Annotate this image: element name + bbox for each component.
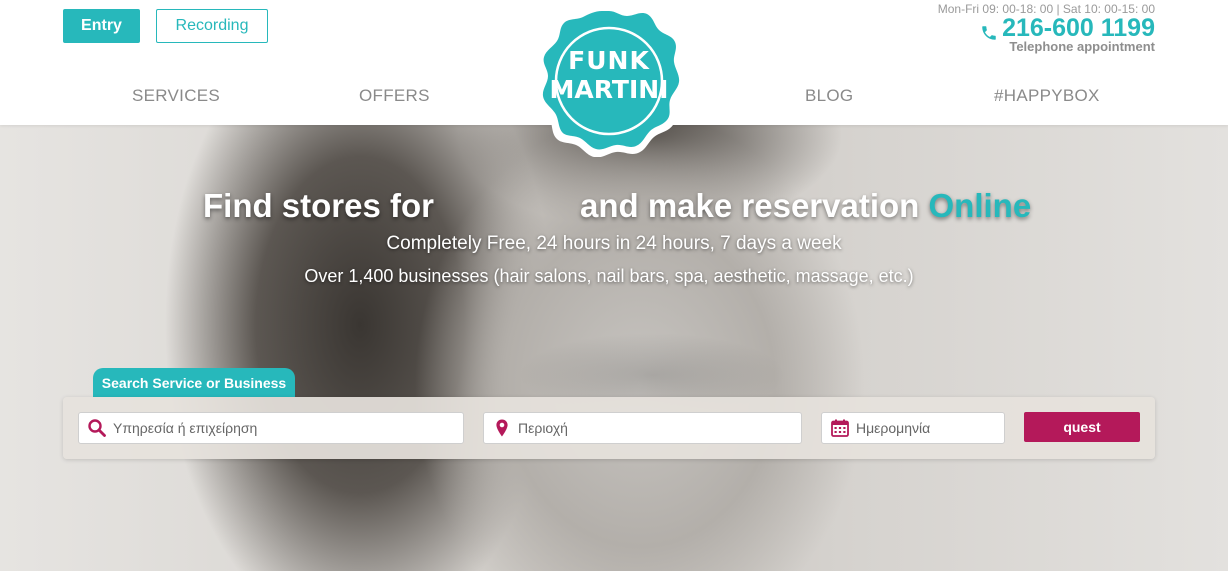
nav-happybox[interactable]: #HAPPYBOX (994, 86, 1100, 106)
hero-title-accent: Online (928, 187, 1032, 224)
search-tab[interactable]: Search Service or Business (93, 368, 295, 397)
logo-line-2: MARTINI (549, 75, 669, 104)
nav-offers[interactable]: OFFERS (359, 86, 430, 106)
search-bar: quest (63, 397, 1155, 459)
nav-services[interactable]: SERVICES (132, 86, 220, 106)
service-input[interactable] (113, 420, 463, 436)
date-input[interactable] (856, 420, 1004, 436)
hero-title-middle: and make reservation (580, 187, 920, 224)
phone-caption: Telephone appointment (1009, 39, 1155, 54)
search-submit-button[interactable]: quest (1024, 412, 1140, 442)
hero-title-start: Find stores for (203, 187, 435, 224)
area-input[interactable] (518, 420, 801, 436)
recording-button[interactable]: Recording (156, 9, 268, 43)
date-field[interactable] (821, 412, 1005, 444)
hero-title-end: and make reservation Online (580, 187, 1031, 225)
logo-wordmark: FUNK MARTINI (535, 3, 683, 151)
map-pin-icon (492, 418, 512, 438)
hero-banner: Find stores for and make reservation Onl… (0, 125, 1228, 571)
hero-subtitle-2: Over 1,400 businesses (hair salons, nail… (304, 266, 914, 286)
nav-blog[interactable]: BLOG (805, 86, 853, 106)
service-field[interactable] (78, 412, 464, 444)
funk-martini-logo[interactable]: FUNK MARTINI (535, 3, 683, 157)
calendar-icon (830, 418, 850, 438)
hero-subtitle-1: Completely Free, 24 hours in 24 hours, 7… (386, 233, 842, 254)
phone-icon (980, 20, 998, 40)
area-field[interactable] (483, 412, 802, 444)
entry-button[interactable]: Entry (63, 9, 140, 43)
search-icon (87, 418, 107, 438)
logo-line-1: FUNK (568, 46, 650, 75)
